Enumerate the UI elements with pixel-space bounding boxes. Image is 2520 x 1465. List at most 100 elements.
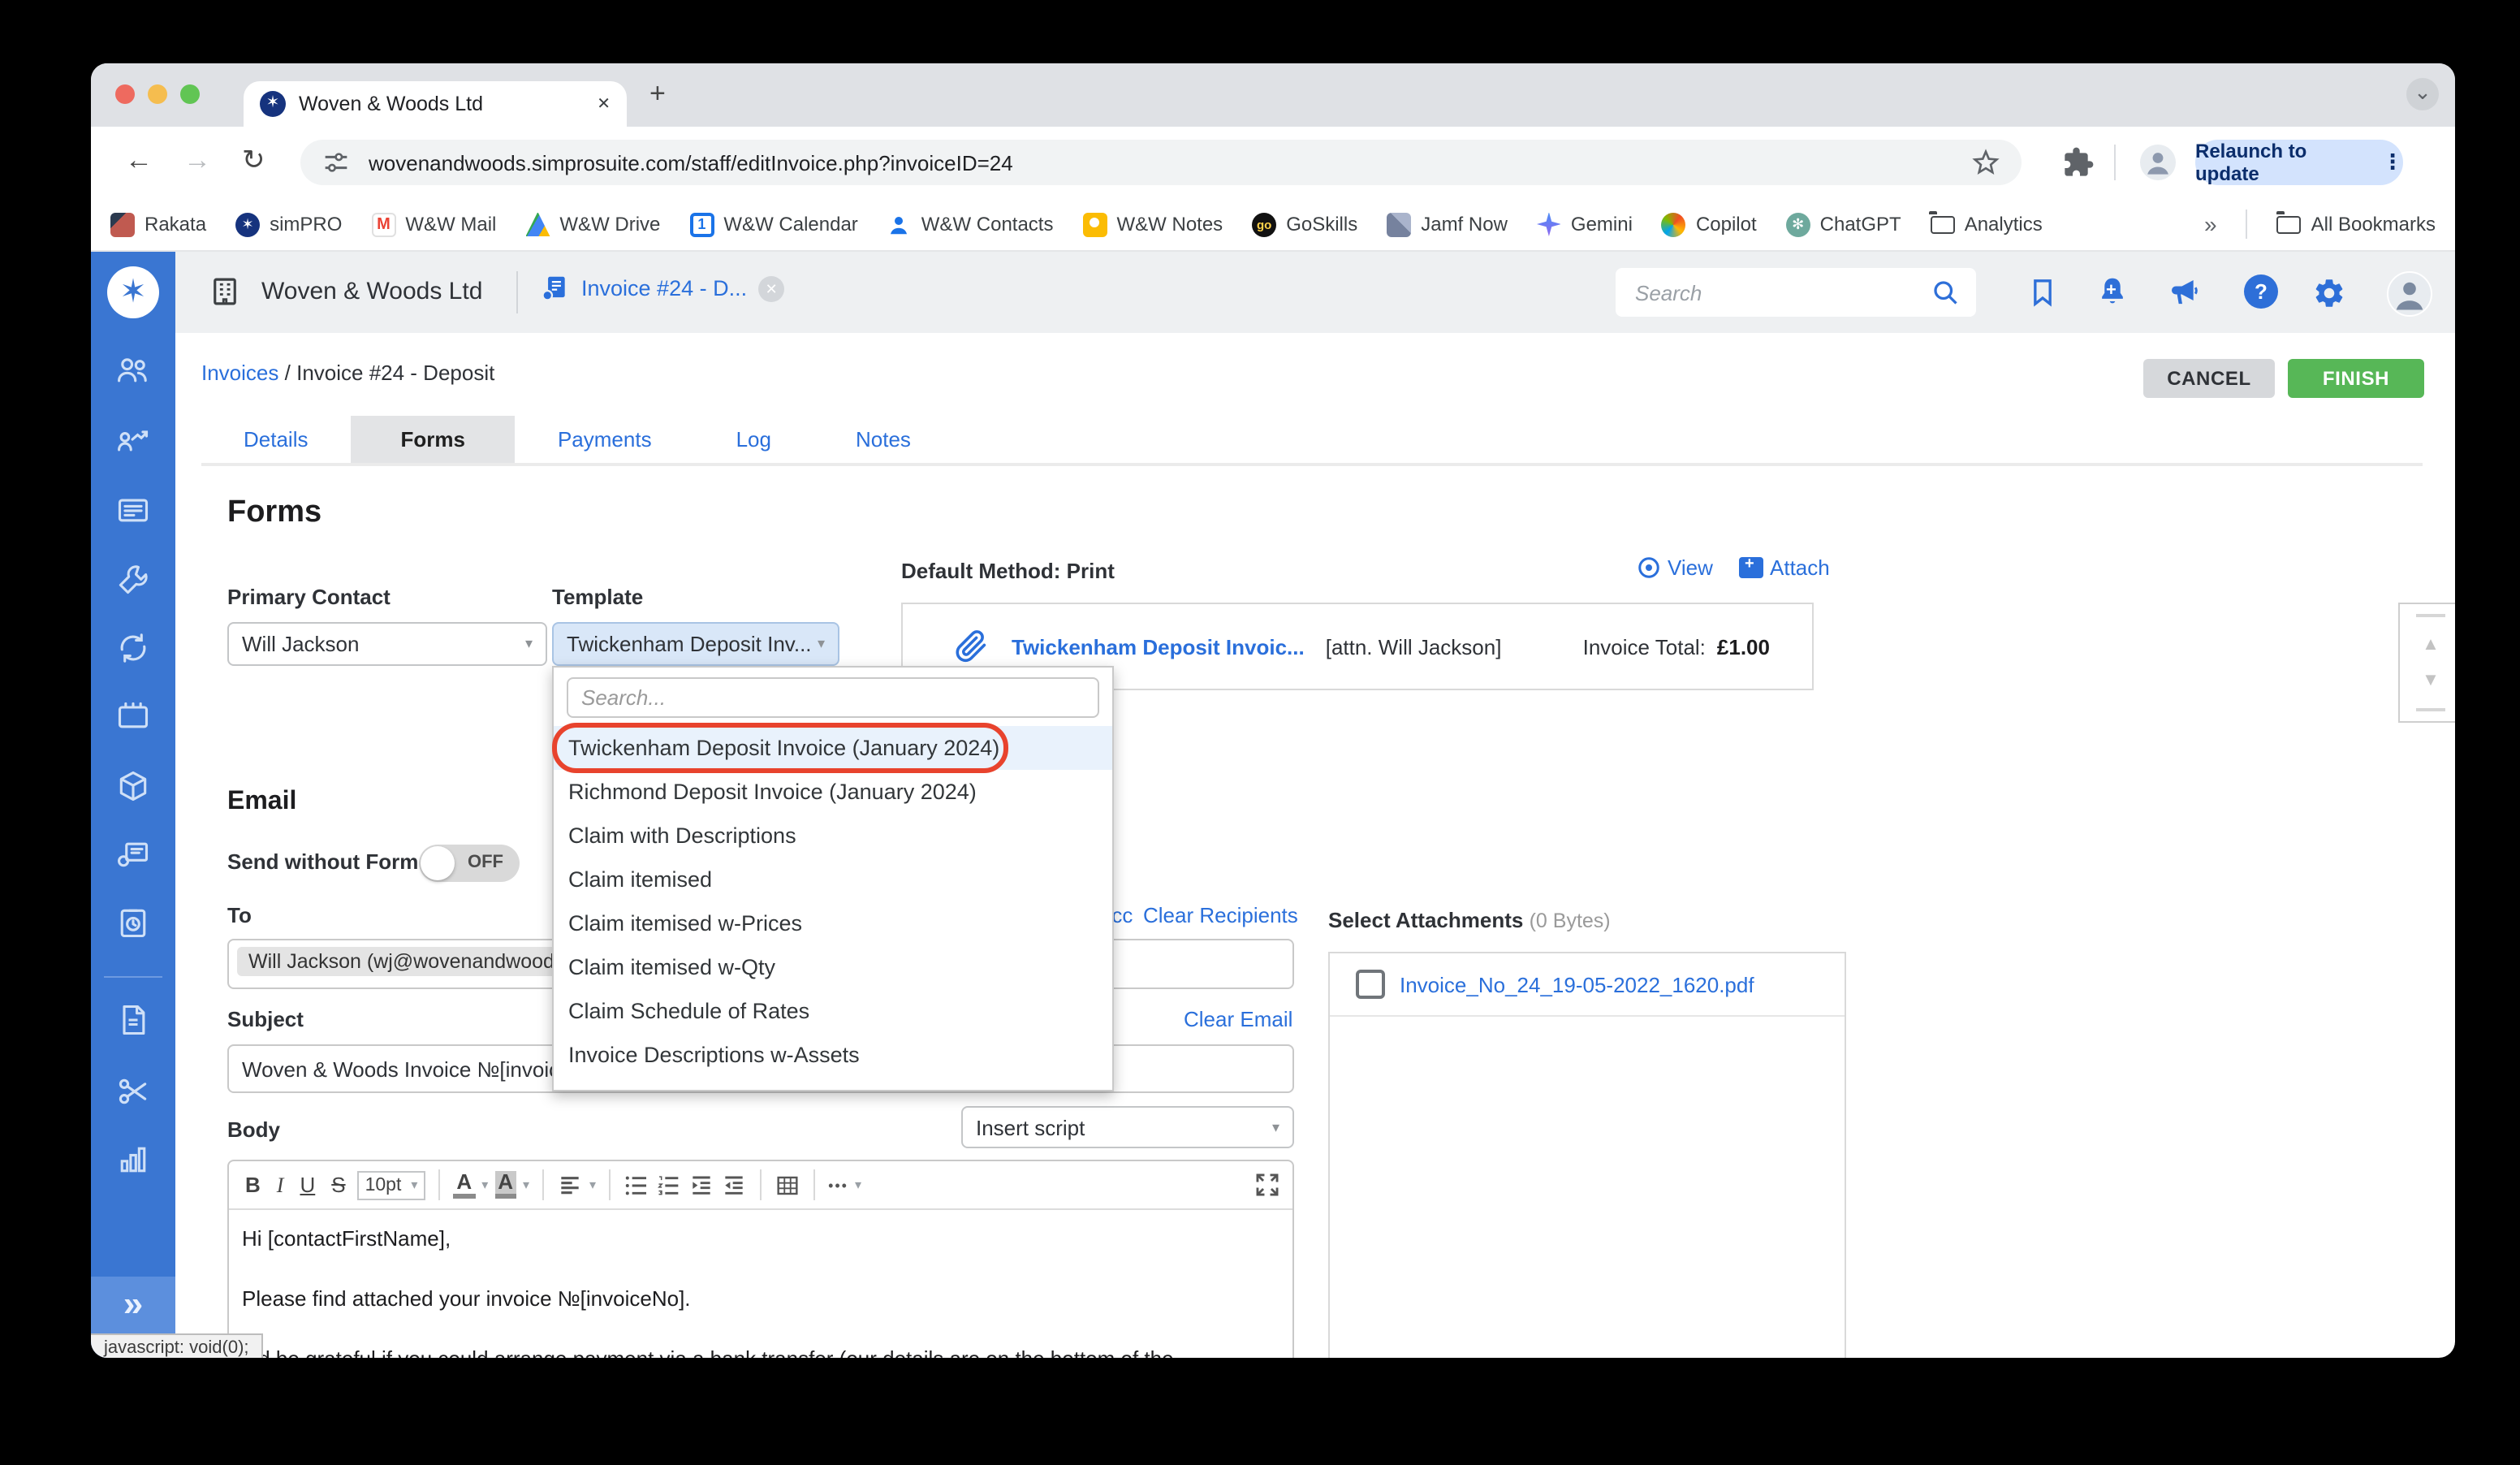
bookmarks-overflow-chevron[interactable]: » [2204, 211, 2217, 237]
view-link[interactable]: View [1637, 555, 1713, 580]
finish-button[interactable]: FINISH [2288, 359, 2424, 398]
bookmark-jamf-now[interactable]: Jamf Now [1387, 212, 1508, 236]
chevron-down-icon[interactable]: ▾ [855, 1178, 861, 1192]
bookmark-simpro[interactable]: ✶ simPRO [235, 212, 342, 236]
align-button[interactable] [557, 1172, 583, 1198]
dropdown-search-input[interactable] [567, 677, 1099, 718]
sidebar-people-icon[interactable] [115, 352, 151, 388]
company-name[interactable]: Woven & Woods Ltd [261, 278, 482, 305]
sidebar-leads-icon[interactable] [115, 422, 151, 458]
bookmark-copilot[interactable]: Copilot [1661, 212, 1757, 236]
back-button[interactable]: ← [125, 145, 153, 177]
bookmark-star-icon[interactable] [1970, 146, 2002, 179]
bookmark-ww-mail[interactable]: M W&W Mail [371, 212, 496, 236]
bookmark-icon[interactable] [2026, 276, 2059, 309]
primary-contact-select[interactable]: Will Jackson ▾ [227, 622, 547, 666]
scroll-stepper[interactable]: ▲ ▼ [2398, 603, 2455, 723]
open-invoice-tab[interactable]: Invoice #24 - D... ✕ [539, 273, 785, 304]
tab-details[interactable]: Details [201, 416, 351, 463]
more-tools-button[interactable]: ••• [828, 1177, 848, 1193]
dropdown-item[interactable]: Claim itemised w-Prices [554, 901, 1112, 945]
minimize-window-button[interactable] [148, 84, 167, 104]
zoom-window-button[interactable] [180, 84, 200, 104]
fullscreen-icon[interactable] [1254, 1171, 1281, 1199]
attach-link[interactable]: + Attach [1739, 555, 1830, 580]
sidebar-service-wrench-icon[interactable] [115, 562, 151, 598]
table-button[interactable] [775, 1172, 800, 1198]
dropdown-item[interactable]: Invoice Descriptions w-Assets [554, 1033, 1112, 1077]
open-tab-label[interactable]: Invoice #24 - D... [581, 276, 747, 300]
dropdown-item[interactable]: Claim Schedule of Rates [554, 989, 1112, 1033]
chevron-down-icon[interactable]: ▾ [481, 1178, 488, 1192]
sidebar-materials-cube-icon[interactable] [115, 768, 151, 804]
sidebar-card-icon[interactable] [115, 492, 151, 528]
reload-button[interactable]: ↻ [242, 145, 265, 177]
body-editor[interactable]: B I U S 10pt ▾ A ▾ A ▾ ▾ ••• ▾ Hi [contactF… [227, 1160, 1294, 1358]
forward-button[interactable]: → [183, 145, 211, 177]
tab-forms[interactable]: Forms [350, 416, 516, 463]
extensions-icon[interactable] [2062, 146, 2095, 179]
send-without-form-toggle[interactable]: OFF [419, 845, 520, 882]
strikethrough-button[interactable]: S [326, 1173, 350, 1197]
bookmark-chatgpt[interactable]: ✻ ChatGPT [1785, 212, 1901, 236]
tab-notes[interactable]: Notes [813, 416, 953, 463]
global-search[interactable] [1616, 268, 1976, 317]
announcements-icon[interactable] [2168, 276, 2200, 309]
bullet-list-button[interactable] [624, 1172, 649, 1198]
bookmark-ww-notes[interactable]: W&W Notes [1082, 212, 1223, 236]
search-tabs-icon[interactable]: ⌄ [2406, 78, 2439, 110]
bookmark-ww-contacts[interactable]: W&W Contacts [887, 212, 1054, 236]
global-search-input[interactable] [1632, 279, 1931, 306]
recipient-chip[interactable]: Will Jackson (wj@wovenandwoods [237, 947, 576, 976]
sidebar-reports-icon[interactable] [115, 1142, 151, 1178]
expand-sidebar-icon[interactable]: » [91, 1277, 175, 1335]
browser-menu-icon[interactable]: ⋮ [2382, 149, 2403, 175]
close-window-button[interactable] [115, 84, 135, 104]
site-settings-icon[interactable] [320, 146, 352, 179]
scroll-down-icon[interactable]: ▼ [2422, 672, 2440, 691]
new-tab-button[interactable]: + [649, 78, 666, 110]
font-size-select[interactable]: 10pt ▾ [356, 1170, 426, 1199]
numbered-list-button[interactable] [656, 1172, 682, 1198]
tab-payments[interactable]: Payments [516, 416, 694, 463]
sidebar-recurring-icon[interactable] [115, 630, 151, 666]
bookmark-ww-calendar[interactable]: 1 W&W Calendar [689, 212, 858, 236]
dropdown-item[interactable]: Claim itemised [554, 858, 1112, 901]
sidebar-quotes-icon[interactable] [115, 836, 151, 872]
text-color-button[interactable]: A [453, 1170, 476, 1199]
bookmark-goskills[interactable]: go GoSkills [1252, 212, 1357, 236]
indent-button[interactable] [688, 1172, 714, 1198]
user-avatar[interactable] [2387, 271, 2432, 317]
tab-log[interactable]: Log [694, 416, 813, 463]
attachment-file-link[interactable]: Invoice_No_24_19-05-2022_1620.pdf [1400, 972, 1754, 996]
bookmark-rakata[interactable]: Rakata [110, 212, 206, 236]
close-open-tab-icon[interactable]: ✕ [758, 275, 785, 301]
bookmark-ww-drive[interactable]: W&W Drive [525, 212, 660, 236]
relaunch-to-update-button[interactable]: Relaunch to update ⋮ [2195, 140, 2403, 185]
highlight-color-button[interactable]: A [494, 1170, 516, 1199]
file-checkbox[interactable] [1356, 970, 1385, 999]
template-select[interactable]: Twickenham Deposit Inv... ▾ [552, 622, 839, 666]
dropdown-item[interactable]: Richmond Deposit Invoice (January 2024) [554, 770, 1112, 814]
bold-button[interactable]: B [240, 1173, 265, 1197]
address-bar[interactable]: wovenandwoods.simprosuite.com/staff/edit… [300, 140, 2022, 185]
all-bookmarks[interactable]: All Bookmarks [2276, 210, 2436, 236]
cancel-button[interactable]: CANCEL [2143, 359, 2275, 398]
scroll-up-icon[interactable]: ▲ [2422, 634, 2440, 654]
browser-profile-avatar[interactable] [2140, 145, 2176, 180]
browser-tab[interactable]: ✶ Woven & Woods Ltd ✕ [244, 81, 627, 127]
dropdown-item[interactable]: Claim itemised w-Qty [554, 945, 1112, 989]
italic-button[interactable]: I [272, 1172, 289, 1198]
breadcrumb-invoices-link[interactable]: Invoices [201, 361, 278, 385]
bookmark-analytics[interactable]: Analytics [1929, 210, 2043, 236]
underline-button[interactable]: U [295, 1173, 320, 1197]
simpro-logo[interactable]: ✶ [91, 252, 175, 333]
settings-gear-icon[interactable] [2312, 276, 2346, 310]
search-icon[interactable] [1931, 278, 1960, 307]
dropdown-item[interactable]: Claim with Descriptions [554, 814, 1112, 858]
form-attachment-name[interactable]: Twickenham Deposit Invoic... [1012, 634, 1305, 659]
sidebar-document-icon[interactable] [115, 1002, 151, 1038]
attachment-file-row[interactable]: Invoice_No_24_19-05-2022_1620.pdf [1330, 953, 1845, 1017]
chevron-down-icon[interactable]: ▾ [523, 1178, 529, 1192]
insert-script-select[interactable]: Insert script ▾ [961, 1106, 1294, 1148]
